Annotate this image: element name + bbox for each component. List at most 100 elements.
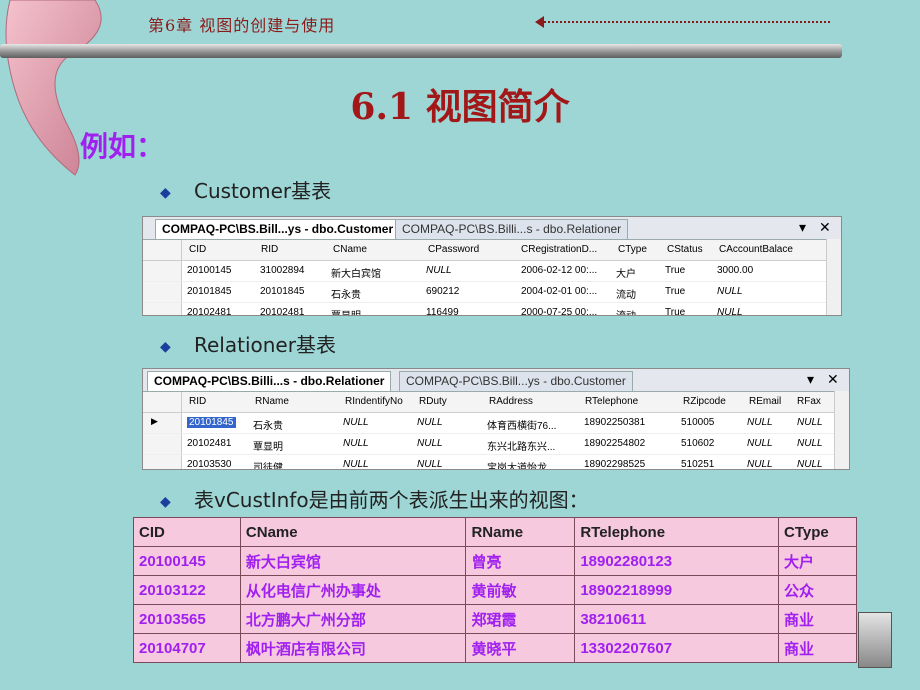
col-header[interactable]: CAccountBalace — [719, 244, 793, 255]
col-header[interactable]: RFax — [797, 396, 821, 407]
table-cell[interactable]: 2006-02-12 00:... — [521, 265, 597, 276]
col-header[interactable]: RAddress — [489, 396, 533, 407]
table-cell[interactable]: 18902254802 — [584, 438, 645, 449]
table-row[interactable]: 20101845 20101845 石永贵 690212 2004-02-01 … — [143, 282, 841, 303]
table-cell[interactable]: 20102481 — [187, 307, 232, 315]
close-icon[interactable]: ✕ — [819, 219, 831, 236]
table-row[interactable]: ▶ 20101845 石永贵 NULL NULL 体育西横街76... 1890… — [143, 413, 849, 434]
table-cell[interactable]: NULL — [417, 438, 443, 449]
table-cell: 大户 — [778, 546, 857, 576]
table-cell[interactable]: 覃显明 — [331, 307, 361, 315]
table-cell[interactable]: 覃显明 — [253, 438, 283, 453]
table-cell[interactable]: NULL — [747, 438, 773, 449]
vertical-scrollbar[interactable] — [834, 391, 849, 469]
table-cell[interactable]: 18902250381 — [584, 417, 645, 428]
table-cell[interactable]: NULL — [797, 459, 823, 469]
table-cell[interactable]: True — [665, 307, 685, 315]
table-cell[interactable]: True — [665, 265, 685, 276]
table-cell: 18902218999 — [574, 575, 780, 605]
relationer-grid-header: RID RName RIndentifyNo RDuty RAddress RT… — [143, 392, 849, 413]
table-row[interactable]: 20103530 司徒健 NULL NULL 宝岗大道怡龙... 1890229… — [143, 455, 849, 469]
col-header[interactable]: CID — [189, 244, 206, 255]
table-cell[interactable]: NULL — [343, 459, 369, 469]
col-header[interactable]: CName — [333, 244, 367, 255]
table-cell[interactable]: 石永贵 — [253, 417, 283, 432]
customer-grid-window: COMPAQ-PC\BS.Bill...ys - dbo.Customer CO… — [142, 216, 842, 316]
col-header[interactable]: RID — [189, 396, 206, 407]
col-header[interactable]: RZipcode — [683, 396, 726, 407]
table-cell[interactable]: 510251 — [681, 459, 714, 469]
table-cell[interactable]: 新大白宾馆 — [331, 265, 381, 280]
col-header[interactable]: CPassword — [428, 244, 479, 255]
table-cell[interactable]: 510005 — [681, 417, 714, 428]
window-menu-icon[interactable]: ▾ — [799, 219, 806, 236]
current-row-pointer-icon: ▶ — [151, 416, 158, 426]
table-row[interactable]: 20102481 20102481 覃显明 116499 2000-07-25 … — [143, 303, 841, 315]
vertical-scrollbar[interactable] — [826, 239, 841, 315]
table-cell[interactable]: NULL — [426, 265, 452, 276]
table-row[interactable]: 20100145 31002894 新大白宾馆 NULL 2006-02-12 … — [143, 261, 841, 282]
table-cell[interactable]: 石永贵 — [331, 286, 361, 301]
table-cell[interactable]: 20100145 — [187, 265, 232, 276]
row-selector[interactable]: ▶ — [143, 413, 182, 433]
table-cell[interactable]: NULL — [717, 307, 743, 315]
table-cell[interactable]: NULL — [343, 438, 369, 449]
col-header[interactable]: CStatus — [667, 244, 703, 255]
tab-relationer[interactable]: COMPAQ-PC\BS.Billi...s - dbo.Relationer — [395, 219, 629, 239]
col-header[interactable]: RIndentifyNo — [345, 396, 403, 407]
table-cell[interactable]: 116499 — [426, 307, 459, 315]
table-cell[interactable]: 3000.00 — [717, 265, 753, 276]
table-cell[interactable]: 690212 — [426, 286, 459, 297]
col-header[interactable]: RDuty — [419, 396, 447, 407]
row-selector[interactable] — [143, 455, 182, 469]
table-cell[interactable]: 司徒健 — [253, 459, 283, 469]
table-cell[interactable]: 东兴北路东兴... — [487, 438, 555, 453]
table-cell[interactable]: 流动 — [616, 307, 636, 315]
bullet-customer-text: Customer基表 — [194, 179, 332, 203]
relationer-grid-window: COMPAQ-PC\BS.Billi...s - dbo.Relationer … — [142, 368, 850, 470]
table-cell[interactable]: 2000-07-25 00:... — [521, 307, 597, 315]
table-cell[interactable]: 20101845 — [187, 286, 232, 297]
col-header[interactable]: REmail — [749, 396, 781, 407]
table-cell[interactable]: 流动 — [616, 286, 636, 301]
table-cell[interactable]: 20101845 — [260, 286, 305, 297]
col-header[interactable]: CType — [618, 244, 647, 255]
table-cell[interactable]: 大户 — [616, 265, 636, 280]
tab-relationer[interactable]: COMPAQ-PC\BS.Billi...s - dbo.Relationer — [147, 371, 392, 391]
row-selector[interactable] — [143, 303, 182, 315]
table-cell[interactable]: 体育西横街76... — [487, 417, 556, 432]
col-header[interactable]: RTelephone — [585, 396, 638, 407]
table-row: 20103565 北方鹏大广州分部 郑珺霞 38210611 商业 — [133, 604, 857, 634]
table-cell[interactable]: NULL — [717, 286, 743, 297]
table-cell[interactable]: NULL — [343, 417, 369, 428]
table-cell[interactable]: 20103530 — [187, 459, 232, 469]
table-row[interactable]: 20102481 覃显明 NULL NULL 东兴北路东兴... 1890225… — [143, 434, 849, 455]
row-selector[interactable] — [143, 434, 182, 454]
table-cell[interactable]: NULL — [747, 459, 773, 469]
tab-customer[interactable]: COMPAQ-PC\BS.Bill...ys - dbo.Customer — [399, 371, 633, 391]
tab-customer[interactable]: COMPAQ-PC\BS.Bill...ys - dbo.Customer — [155, 219, 401, 239]
row-selector[interactable] — [143, 282, 182, 302]
table-cell[interactable]: NULL — [747, 417, 773, 428]
table-cell-selected[interactable]: 20101845 — [187, 417, 236, 428]
col-header[interactable]: RName — [255, 396, 289, 407]
table-cell[interactable]: NULL — [417, 459, 443, 469]
table-cell[interactable]: NULL — [797, 438, 823, 449]
table-cell[interactable]: 2004-02-01 00:... — [521, 286, 597, 297]
table-cell[interactable]: 18902298525 — [584, 459, 645, 469]
col-header[interactable]: RID — [261, 244, 278, 255]
table-cell[interactable]: 510602 — [681, 438, 714, 449]
table-cell[interactable]: True — [665, 286, 685, 297]
vcustinfo-table: CID CName RName RTelephone CType 2010014… — [133, 517, 857, 663]
table-cell[interactable]: NULL — [417, 417, 443, 428]
table-cell[interactable]: 20102481 — [260, 307, 305, 315]
close-icon[interactable]: ✕ — [827, 371, 839, 388]
table-cell[interactable]: NULL — [797, 417, 823, 428]
row-selector[interactable] — [143, 261, 182, 281]
col-header[interactable]: CRegistrationD... — [521, 244, 597, 255]
slide-title: 6.1 视图简介 — [350, 86, 570, 128]
table-cell[interactable]: 20102481 — [187, 438, 232, 449]
window-menu-icon[interactable]: ▾ — [807, 371, 814, 388]
table-cell[interactable]: 宝岗大道怡龙... — [487, 459, 555, 469]
table-cell[interactable]: 31002894 — [260, 265, 305, 276]
